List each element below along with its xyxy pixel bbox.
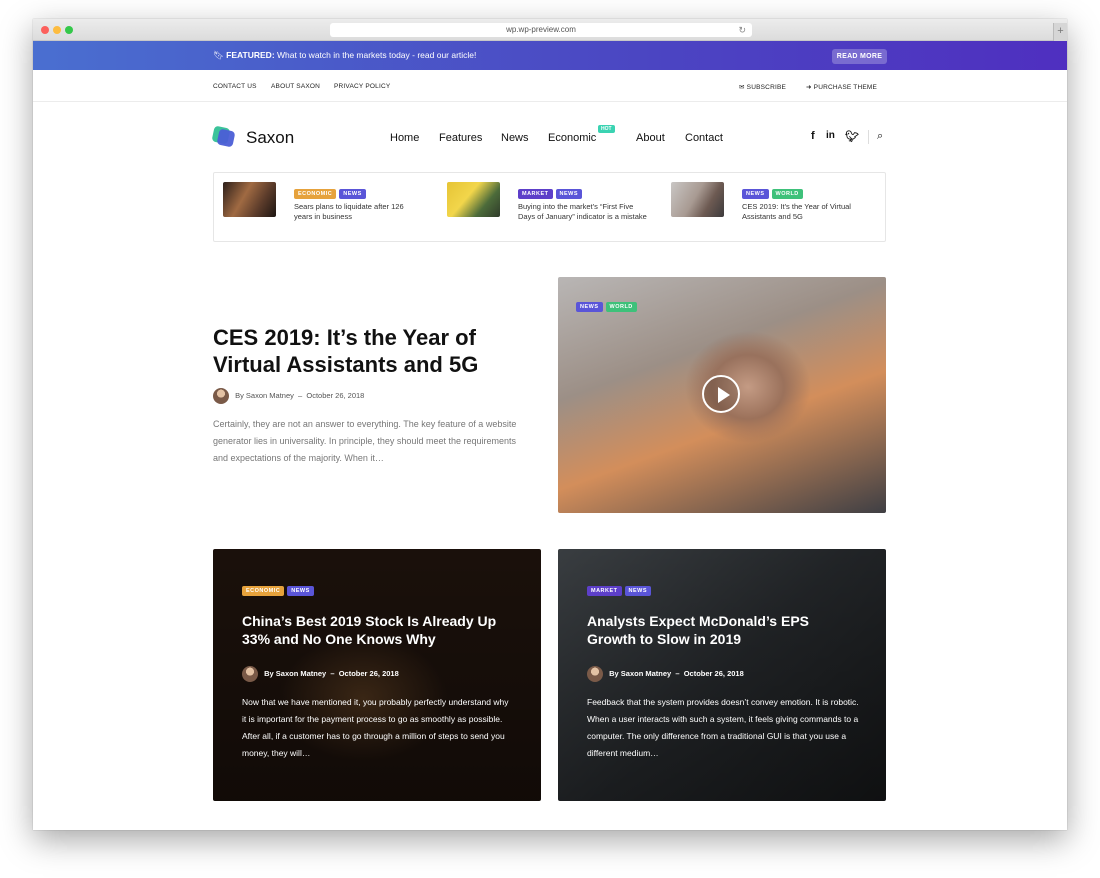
contact-us-link[interactable]: CONTACT US [213, 83, 257, 90]
read-more-button[interactable]: READ MORE [832, 49, 887, 64]
post-title[interactable]: Analysts Expect McDonald’s EPS Growth to… [587, 612, 857, 648]
avatar[interactable] [242, 666, 258, 682]
post-date: October 26, 2018 [338, 668, 399, 678]
nav-about[interactable]: About [636, 132, 665, 144]
post-excerpt: Feedback that the system provides doesn’… [587, 697, 859, 758]
avatar[interactable] [213, 388, 229, 404]
nav-features[interactable]: Features [439, 132, 482, 144]
hot-badge: HOT [598, 125, 615, 133]
author-name[interactable]: By Saxon Matney [609, 669, 671, 678]
post-meta: By Saxon Matney – October 26, 2018 [242, 666, 399, 682]
play-video-button[interactable] [702, 375, 740, 413]
post-tags: ECONOMIC NEWS [294, 182, 369, 200]
purchase-label: PURCHASE THEME [813, 84, 878, 91]
post-date: October 26, 2018 [306, 390, 365, 400]
zoom-window-button[interactable] [65, 26, 73, 34]
post-thumbnail[interactable] [447, 182, 500, 217]
twitter-icon[interactable]: 🐦︎ [845, 130, 859, 143]
nav-contact[interactable]: Contact [685, 132, 723, 144]
post-meta: By Saxon Matney – October 26, 2018 [587, 666, 744, 682]
post-title[interactable]: Sears plans to liquidate after 126 years… [294, 202, 424, 222]
tag-news[interactable]: NEWS [742, 189, 769, 199]
subscribe-label: SUBSCRIBE [746, 84, 787, 91]
site-name: Saxon [246, 128, 295, 147]
new-tab-button[interactable]: + [1053, 23, 1067, 41]
about-saxon-link[interactable]: ABOUT SAXON [271, 83, 320, 90]
post-tags: NEWS WORLD [742, 182, 806, 200]
arrow-circle-icon: ➜ [806, 84, 812, 91]
reload-icon[interactable]: ↻ [738, 23, 746, 37]
post-title[interactable]: CES 2019: It’s the Year of Virtual Assis… [742, 202, 872, 222]
site-header: Saxon Home Features News Economic HOT Ab… [33, 102, 1067, 172]
nav-economic[interactable]: Economic [548, 132, 596, 144]
hero-excerpt: Certainly, they are not an answer to eve… [213, 419, 517, 463]
address-bar[interactable]: wp.wp-preview.com ↻ [330, 23, 752, 37]
author-name[interactable]: By Saxon Matney [235, 391, 294, 400]
post-date: October 26, 2018 [683, 668, 744, 678]
logo-mark-overlay [216, 128, 236, 148]
tag-economic[interactable]: ECONOMIC [242, 586, 285, 596]
tag-world[interactable]: WORLD [605, 302, 637, 312]
tag-market[interactable]: MARKET [518, 189, 553, 199]
url-text: wp.wp-preview.com [506, 25, 576, 34]
hero-title[interactable]: CES 2019: It’s the Year of Virtual Assis… [213, 324, 513, 378]
facebook-icon[interactable]: f [811, 130, 815, 142]
tag-news[interactable]: NEWS [339, 189, 366, 199]
browser-chrome: wp.wp-preview.com ↻ + [33, 19, 1067, 41]
post-ticker: ECONOMIC NEWS Sears plans to liquidate af… [213, 172, 886, 242]
post-thumbnail[interactable] [671, 182, 724, 217]
divider [868, 130, 869, 144]
tag-economic[interactable]: ECONOMIC [294, 189, 337, 199]
purchase-theme-link[interactable]: ➜ PURCHASE THEME [806, 83, 877, 91]
tag-market[interactable]: MARKET [587, 586, 622, 596]
hero-image[interactable]: NEWS WORLD [558, 277, 886, 513]
featured-bar: 🔖︎ FEATURED: What to watch in the market… [33, 41, 1067, 70]
post-card[interactable]: MARKET NEWS Analysts Expect McDonald’s EP… [558, 549, 886, 801]
author-name[interactable]: By Saxon Matney [264, 669, 326, 678]
search-icon[interactable]: ⌕ [877, 130, 883, 143]
featured-label: FEATURED: [226, 50, 275, 60]
bookmark-icon: 🔖︎ [213, 50, 224, 60]
post-thumbnail[interactable] [223, 182, 276, 217]
featured-headline: What to watch in the markets today - rea… [277, 50, 477, 60]
post-tags: MARKET NEWS [518, 182, 585, 200]
privacy-policy-link[interactable]: PRIVACY POLICY [334, 83, 390, 90]
post-tags: MARKET NEWS [587, 579, 654, 597]
close-window-button[interactable] [41, 26, 49, 34]
mail-icon: ✉ [739, 84, 745, 91]
post-tags: NEWS WORLD [576, 295, 640, 313]
subscribe-link[interactable]: ✉ SUBSCRIBE [739, 83, 786, 91]
linkedin-icon[interactable]: in [826, 130, 835, 141]
hero-meta: By Saxon Matney – October 26, 2018 [213, 388, 364, 404]
browser-window: wp.wp-preview.com ↻ + 🔖︎ FEATURED: What … [33, 19, 1067, 830]
tag-news[interactable]: NEWS [624, 586, 652, 596]
tag-news[interactable]: NEWS [576, 302, 603, 312]
post-card[interactable]: ECONOMIC NEWS China’s Best 2019 Stock Is … [213, 549, 541, 801]
post-excerpt: Now that we have mentioned it, you proba… [242, 697, 509, 758]
tag-news[interactable]: NEWS [287, 586, 314, 596]
avatar[interactable] [587, 666, 603, 682]
nav-news[interactable]: News [501, 132, 529, 144]
post-title[interactable]: China’s Best 2019 Stock Is Already Up 33… [242, 612, 512, 648]
post-tags: ECONOMIC NEWS [242, 579, 317, 597]
top-menu: CONTACT US ABOUT SAXON PRIVACY POLICY ✉ … [33, 70, 1067, 102]
tag-news[interactable]: NEWS [555, 189, 583, 199]
minimize-window-button[interactable] [53, 26, 61, 34]
featured-text[interactable]: 🔖︎ FEATURED: What to watch in the market… [213, 50, 476, 61]
post-title[interactable]: Buying into the market’s “First Five Day… [518, 202, 648, 222]
tag-world[interactable]: WORLD [771, 189, 803, 199]
nav-home[interactable]: Home [390, 132, 419, 144]
